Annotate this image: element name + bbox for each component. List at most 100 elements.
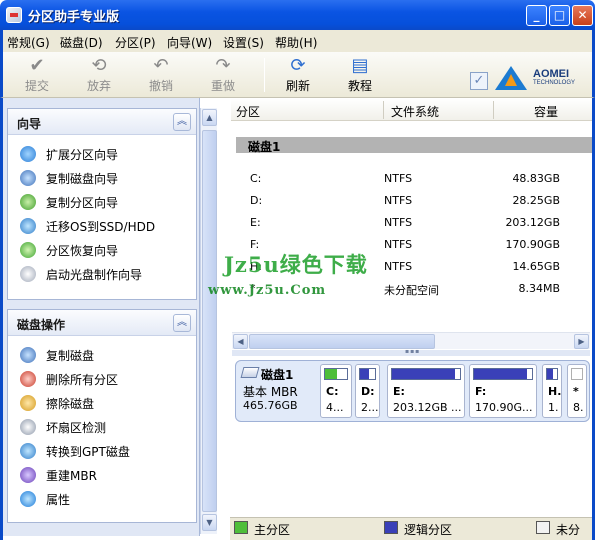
column-capacity[interactable]: 容量 bbox=[534, 103, 558, 120]
scroll-right-icon[interactable]: ▶ bbox=[574, 334, 589, 349]
disk-ops-group-header[interactable]: 磁盘操作 ︽ bbox=[8, 310, 196, 336]
column-partition[interactable]: 分区 bbox=[236, 103, 260, 120]
disk-op-wipe[interactable]: 擦除磁盘 bbox=[20, 393, 94, 413]
partition-block-d[interactable]: D: 2... bbox=[355, 364, 380, 418]
menu-general[interactable]: 常规(G) bbox=[7, 34, 50, 51]
disk-op-label: 转换到GPT磁盘 bbox=[46, 444, 130, 459]
disk-op-convert-gpt[interactable]: 转换到GPT磁盘 bbox=[20, 441, 130, 461]
wizard-item-label: 复制磁盘向导 bbox=[46, 171, 119, 186]
column-filesystem[interactable]: 文件系统 bbox=[391, 103, 439, 120]
scroll-thumb[interactable] bbox=[249, 334, 435, 349]
cell-filesystem: NTFS bbox=[384, 172, 413, 185]
watermark-title: Jz5u绿色下载 bbox=[224, 252, 368, 277]
partition-block-unallocated[interactable]: * 8. bbox=[567, 364, 587, 418]
copy-disk-icon bbox=[20, 347, 36, 363]
partition-block-label: F: bbox=[475, 385, 487, 398]
minimize-button[interactable]: _ bbox=[526, 5, 547, 26]
wizard-item-migrate-os[interactable]: 迁移OS到SSD/HDD bbox=[20, 216, 155, 236]
wizard-item-bootable-cd[interactable]: 启动光盘制作向导 bbox=[20, 264, 142, 284]
disk-op-label: 删除所有分区 bbox=[46, 372, 119, 387]
disk-op-label: 重建MBR bbox=[46, 468, 97, 483]
wizard-item-copy-disk[interactable]: 复制磁盘向导 bbox=[20, 168, 118, 188]
cell-capacity: 203.12GB bbox=[505, 216, 560, 229]
partition-block-h[interactable]: H. 1. bbox=[542, 364, 562, 418]
scroll-up-icon[interactable]: ▲ bbox=[202, 109, 217, 126]
wizard-group: 向导 ︽ 扩展分区向导 复制磁盘向导 复制分区向导 迁移OS到SSD/HDD 分… bbox=[7, 108, 197, 300]
disk-op-bad-sector[interactable]: 坏扇区检测 bbox=[20, 417, 106, 437]
column-separator bbox=[383, 101, 384, 119]
scroll-thumb[interactable] bbox=[202, 130, 217, 512]
cell-filesystem: NTFS bbox=[384, 194, 413, 207]
discard-button[interactable]: ⟲ 放弃 bbox=[74, 54, 124, 96]
tutorial-button[interactable]: ▤ 教程 bbox=[335, 54, 385, 96]
menu-help[interactable]: 帮助(H) bbox=[275, 34, 317, 51]
copy-disk-icon bbox=[20, 170, 36, 186]
refresh-button[interactable]: ⟳ 刷新 bbox=[273, 54, 323, 96]
apply-label: 提交 bbox=[24, 79, 49, 93]
disk-ops-group-title: 磁盘操作 bbox=[17, 318, 66, 332]
collapse-icon[interactable]: ︽ bbox=[173, 314, 191, 332]
cell-capacity: 28.25GB bbox=[512, 194, 560, 207]
wizard-item-label: 分区恢复向导 bbox=[46, 243, 119, 258]
wizard-group-header[interactable]: 向导 ︽ bbox=[8, 109, 196, 135]
wizard-item-label: 迁移OS到SSD/HDD bbox=[46, 219, 156, 234]
cell-partition: D: bbox=[250, 194, 263, 207]
disk-map-type: 基本 MBR bbox=[243, 385, 298, 399]
close-button[interactable]: ✕ bbox=[572, 5, 593, 26]
discard-icon: ⟲ bbox=[91, 55, 107, 76]
disk-row[interactable]: 磁盘1 bbox=[236, 137, 592, 154]
disk-op-copy[interactable]: 复制磁盘 bbox=[20, 345, 94, 365]
undo-icon: ↶ bbox=[153, 55, 169, 76]
disk-op-rebuild-mbr[interactable]: 重建MBR bbox=[20, 465, 97, 485]
info-icon bbox=[20, 491, 36, 507]
scroll-left-icon[interactable]: ◀ bbox=[233, 334, 248, 349]
checkbox-icon[interactable]: ✓ bbox=[470, 72, 488, 90]
usage-fill bbox=[360, 369, 369, 379]
partition-block-c[interactable]: C: 4... bbox=[320, 364, 352, 418]
menu-bar: 常规(G) 磁盘(D) 分区(P) 向导(W) 设置(S) 帮助(H) bbox=[0, 30, 595, 52]
menu-wizard[interactable]: 向导(W) bbox=[167, 34, 212, 51]
bad-sector-icon bbox=[20, 419, 36, 435]
partition-block-e[interactable]: E: 203.12GB ... bbox=[387, 364, 465, 418]
usage-bar bbox=[473, 368, 533, 380]
menu-disk[interactable]: 磁盘(D) bbox=[60, 34, 103, 51]
menu-partition[interactable]: 分区(P) bbox=[115, 34, 156, 51]
maximize-button[interactable]: □ bbox=[549, 5, 570, 26]
disk-row-label: 磁盘1 bbox=[248, 140, 281, 154]
cell-filesystem: 未分配空间 bbox=[384, 284, 439, 297]
partition-block-label: C: bbox=[326, 385, 339, 398]
legend-label-unallocated: 未分 bbox=[556, 523, 581, 537]
extend-wizard-icon bbox=[20, 146, 36, 162]
redo-label: 重做 bbox=[210, 79, 235, 93]
wizard-item-extend[interactable]: 扩展分区向导 bbox=[20, 144, 118, 164]
cell-filesystem: NTFS bbox=[384, 260, 413, 273]
usage-bar bbox=[324, 368, 348, 380]
usage-bar bbox=[391, 368, 461, 380]
usage-fill bbox=[547, 369, 553, 379]
refresh-label: 刷新 bbox=[285, 79, 310, 93]
disk-op-delete-all[interactable]: 删除所有分区 bbox=[20, 369, 118, 389]
redo-button[interactable]: ↷ 重做 bbox=[198, 54, 248, 96]
toolbar-separator bbox=[264, 58, 265, 92]
wizard-item-recovery[interactable]: 分区恢复向导 bbox=[20, 240, 118, 260]
cd-icon bbox=[20, 266, 36, 282]
undo-button[interactable]: ↶ 撤销 bbox=[136, 54, 186, 96]
cell-partition: C: bbox=[250, 172, 262, 185]
splitter-grip-icon[interactable]: ▪▪▪ bbox=[405, 348, 420, 355]
scroll-down-icon[interactable]: ▼ bbox=[202, 514, 217, 531]
table-row[interactable]: E: NTFS 203.12GB bbox=[236, 214, 576, 232]
disk-op-properties[interactable]: 属性 bbox=[20, 489, 70, 509]
table-row[interactable]: D: NTFS 28.25GB bbox=[236, 192, 576, 210]
partition-block-f[interactable]: F: 170.90G... bbox=[469, 364, 537, 418]
apply-button[interactable]: ✔ 提交 bbox=[12, 54, 62, 96]
wizard-item-copy-partition[interactable]: 复制分区向导 bbox=[20, 192, 118, 212]
collapse-icon[interactable]: ︽ bbox=[173, 113, 191, 131]
left-scrollbar[interactable]: ▲ ▼ bbox=[200, 108, 217, 534]
cell-partition: E: bbox=[250, 216, 261, 229]
menu-settings[interactable]: 设置(S) bbox=[223, 34, 264, 51]
usage-fill bbox=[474, 369, 528, 379]
list-horizontal-scrollbar[interactable]: ◀ ▶ bbox=[232, 332, 590, 349]
disk-map-size: 465.76GB bbox=[243, 399, 298, 412]
partition-block-label: D: bbox=[361, 385, 375, 398]
table-row[interactable]: C: NTFS 48.83GB bbox=[236, 170, 576, 188]
